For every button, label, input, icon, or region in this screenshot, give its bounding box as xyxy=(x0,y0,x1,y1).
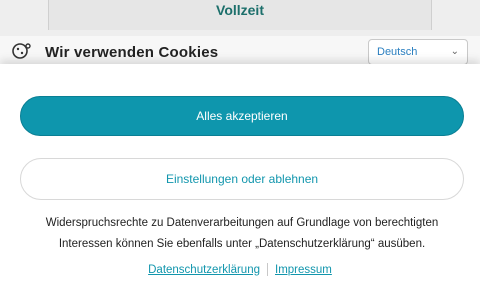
background-card-title: Vollzeit xyxy=(216,2,264,18)
imprint-link[interactable]: Impressum xyxy=(275,264,332,276)
language-select[interactable]: Deutsch ⌄ xyxy=(368,39,468,65)
cookie-icon xyxy=(12,43,31,59)
background-card: Vollzeit xyxy=(48,0,432,30)
cookie-title: Wir verwenden Cookies xyxy=(45,44,219,61)
settings-or-decline-button[interactable]: Einstellungen oder ablehnen xyxy=(20,158,464,200)
background-page: Vollzeit xyxy=(0,0,480,40)
cookie-banner: Alles akzeptieren Einstellungen oder abl… xyxy=(0,64,480,300)
link-divider xyxy=(267,263,268,276)
cookie-header: Wir verwenden Cookies Deutsch ⌄ xyxy=(0,36,480,66)
accept-all-button[interactable]: Alles akzeptieren xyxy=(20,96,464,136)
privacy-policy-link[interactable]: Datenschutzerklärung xyxy=(148,264,260,276)
chevron-down-icon: ⌄ xyxy=(450,46,459,57)
objection-rights-text: Widerspruchsrechte zu Datenverarbeitunge… xyxy=(45,217,439,250)
cookie-consent-screen: Vollzeit Wir verwenden Cookies Deutsch ⌄… xyxy=(0,0,480,300)
footer-links: Datenschutzerklärung Impressum xyxy=(0,263,480,276)
language-select-value: Deutsch xyxy=(377,46,418,58)
